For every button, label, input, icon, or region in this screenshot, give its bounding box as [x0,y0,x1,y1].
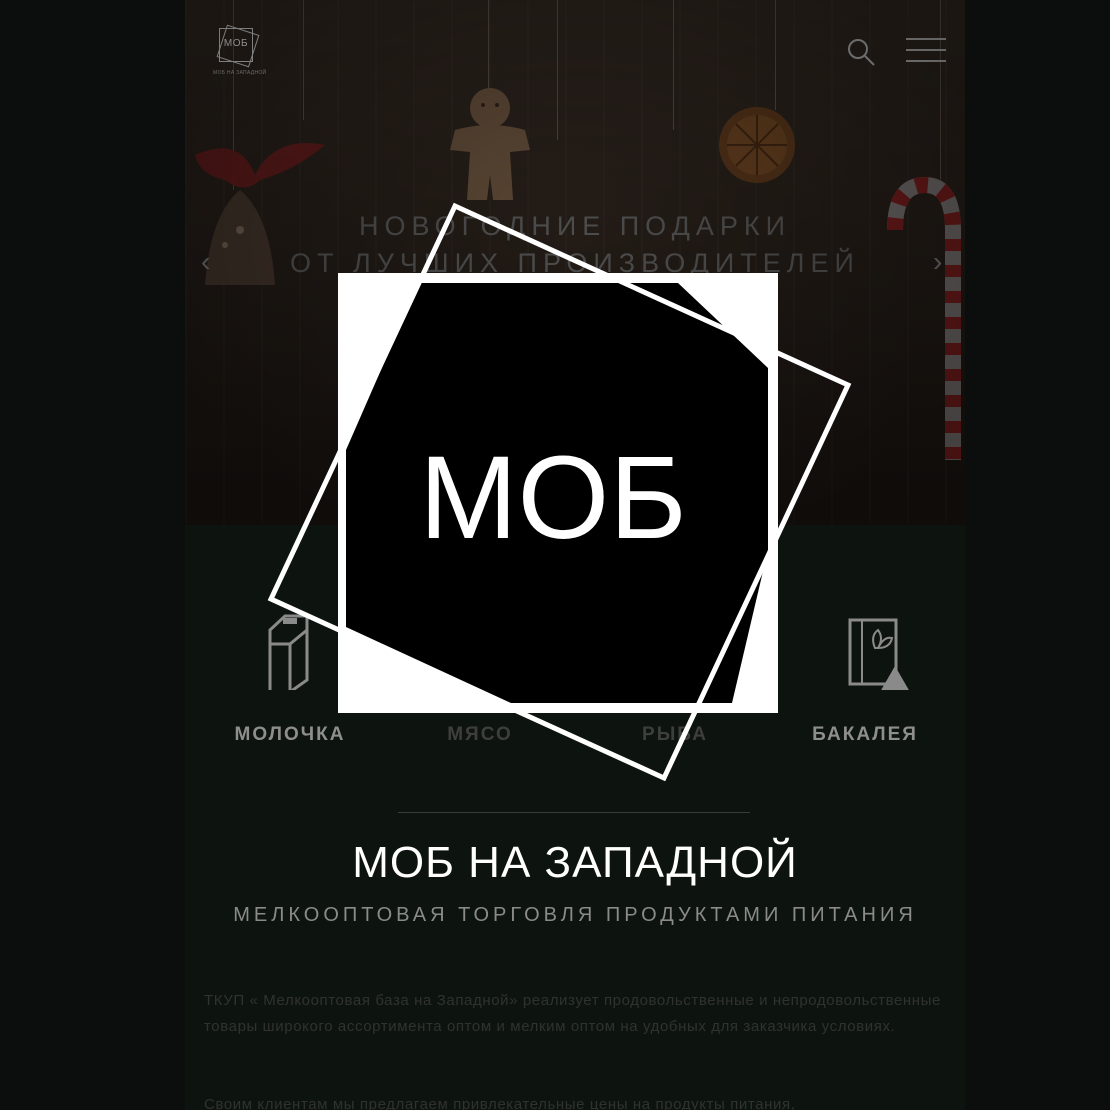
fish-icon [643,626,717,675]
category-fish[interactable]: Рыба [580,600,770,746]
category-fish-label: Рыба [642,724,708,745]
page-content: МОБ МОБ НА ЗАПАДНОЙ Новогодние подарки о… [185,0,965,1110]
section-divider [398,812,750,813]
decor-string [775,0,776,110]
bell-ornament-icon [195,143,325,285]
decor-string [673,0,674,130]
about-paragraph-2: Своим клиентам мы предлагаем привлекател… [204,1096,796,1110]
candy-cane-icon [887,176,961,460]
milk-carton-icon [268,614,309,694]
category-grocery-label: Бакалея [812,724,918,745]
logo-frame-rotated [216,24,260,68]
decor-string [940,0,941,180]
category-meat[interactable]: Мясо [385,600,575,746]
orange-slice-ornament-icon [719,107,795,183]
decor-string [303,0,304,120]
decor-string [557,0,558,140]
grocery-pack-icon [848,618,910,692]
search-button[interactable] [845,36,877,68]
gingerbread-ornament-icon [450,88,530,200]
category-list: Молочка Мясо Рыба [185,600,965,770]
next-slide-arrow-icon[interactable]: › [933,246,942,278]
decor-string [488,0,489,90]
meat-icon [447,623,510,682]
category-milk[interactable]: Молочка [195,600,385,746]
logo-frame [219,28,253,62]
hero-title-line1: Новогодние подарки [358,211,792,241]
decor-string [233,0,234,190]
logo-text: МОБ [223,38,249,49]
site-title: МОБ на Западной [352,838,798,887]
site-subtitle: Мелкооптовая торговля продуктами питания [233,904,917,926]
prev-slide-arrow-icon[interactable]: ‹ [201,246,210,278]
hero-title: Новогодние подарки от лучших производите… [185,208,965,282]
category-meat-label: Мясо [447,724,513,745]
search-icon [848,39,875,66]
header-logo[interactable]: МОБ МОБ НА ЗАПАДНОЙ [213,24,267,82]
category-grocery[interactable]: Бакалея [770,600,960,746]
hamburger-menu-icon[interactable] [906,38,946,66]
hero-banner: МОБ МОБ НА ЗАПАДНОЙ Новогодние подарки о… [185,0,965,525]
category-milk-label: Молочка [234,724,346,745]
logo-subtext: МОБ НА ЗАПАДНОЙ [213,70,267,76]
about-paragraph: ТКУП « Мелкооптовая база на Западной» ре… [204,992,941,1035]
hero-more-button[interactable]: ПОДРОБНЕЕ [463,364,689,410]
hero-title-line2: от лучших производителей [290,248,860,278]
